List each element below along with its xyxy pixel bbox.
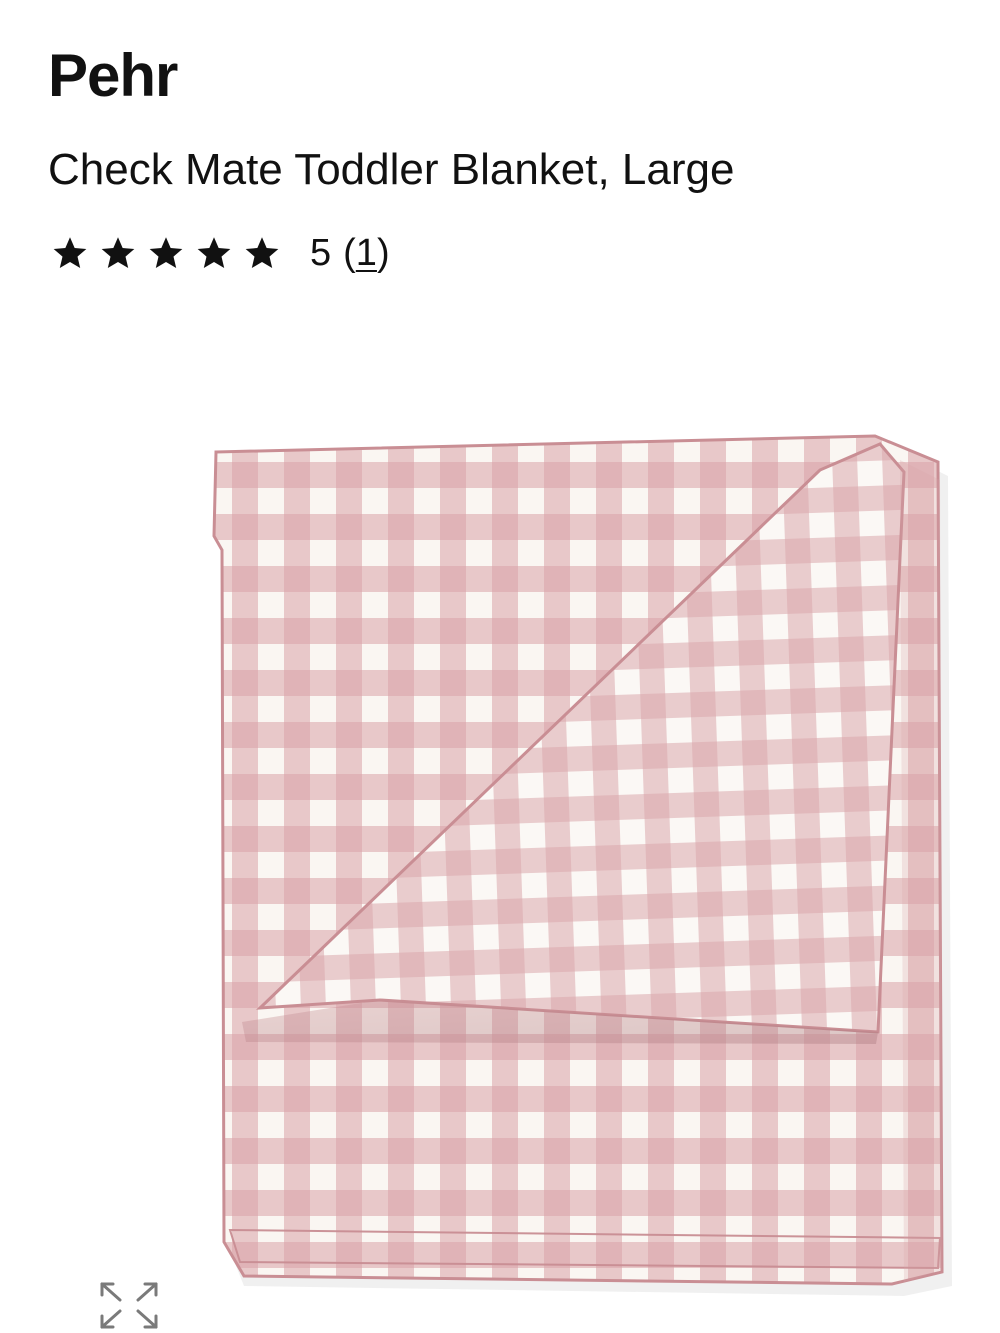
expand-arrows-icon[interactable]: [96, 1278, 162, 1333]
brand-name[interactable]: Pehr: [48, 46, 178, 106]
star-rating: [52, 235, 280, 271]
review-close-paren: ): [376, 232, 390, 274]
review-open-paren: (: [343, 232, 356, 274]
review-count-link[interactable]: 1: [356, 234, 377, 272]
product-image[interactable]: [180, 410, 980, 1310]
product-title: Check Mate Toddler Blanket, Large: [48, 145, 735, 194]
star-icon: [244, 235, 280, 271]
star-icon: [148, 235, 184, 271]
star-icon: [100, 235, 136, 271]
gingham-blanket-image: [212, 434, 952, 1296]
rating-value: 5: [310, 232, 332, 274]
star-icon: [52, 235, 88, 271]
rating-text: 5 (1): [310, 234, 390, 272]
rating-summary[interactable]: 5 (1): [52, 228, 390, 278]
star-icon: [196, 235, 232, 271]
